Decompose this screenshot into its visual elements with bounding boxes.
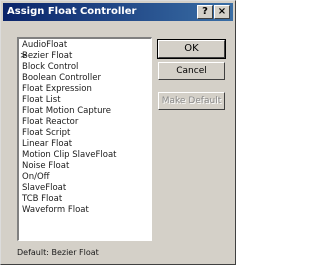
controller-list[interactable]: AudioFloatBezier FloatBlock ControlBoole… xyxy=(17,37,152,241)
default-controller-label: Default: Bezier Float xyxy=(17,248,99,257)
close-button[interactable]: × xyxy=(214,5,230,19)
list-item[interactable]: Float Motion Capture xyxy=(19,106,151,117)
list-item[interactable]: On/Off xyxy=(19,172,151,183)
list-item[interactable]: Float Reactor xyxy=(19,117,151,128)
list-item[interactable]: Float List xyxy=(19,95,151,106)
list-item[interactable]: Linear Float xyxy=(19,139,151,150)
list-item[interactable]: TCB Float xyxy=(19,194,151,205)
help-button[interactable]: ? xyxy=(197,5,213,19)
cancel-button[interactable]: Cancel xyxy=(158,62,225,80)
list-item[interactable]: Bezier Float xyxy=(19,51,151,62)
make-default-button: Make Default xyxy=(158,92,225,110)
ok-button[interactable]: OK xyxy=(157,39,226,59)
list-item[interactable]: Waveform Float xyxy=(19,205,151,216)
title-bar[interactable]: Assign Float Controller ? × xyxy=(3,3,233,21)
list-item[interactable]: Boolean Controller xyxy=(19,73,151,84)
list-item[interactable]: Block Control xyxy=(19,62,151,73)
list-item[interactable]: SlaveFloat xyxy=(19,183,151,194)
assign-float-controller-dialog: Assign Float Controller ? × AudioFloatBe… xyxy=(0,0,236,265)
list-item[interactable]: Float Script xyxy=(19,128,151,139)
list-item[interactable]: Float Expression xyxy=(19,84,151,95)
dialog-title: Assign Float Controller xyxy=(7,6,137,17)
list-item[interactable]: Motion Clip SlaveFloat xyxy=(19,150,151,161)
list-item[interactable]: AudioFloat xyxy=(19,40,151,51)
list-item[interactable]: Noise Float xyxy=(19,161,151,172)
